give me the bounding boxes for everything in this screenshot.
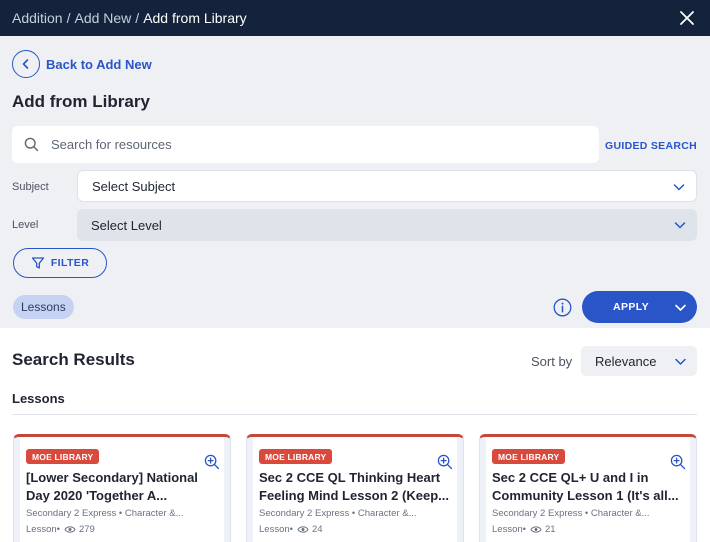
chevron-down-icon: [674, 222, 686, 229]
close-icon[interactable]: [678, 9, 696, 27]
search-input[interactable]: [51, 137, 571, 152]
guided-search-link[interactable]: GUIDED SEARCH: [605, 140, 697, 152]
level-select[interactable]: Select Level: [77, 209, 697, 241]
card-stats: Lesson • 279: [26, 524, 95, 535]
search-icon: [24, 137, 39, 152]
card-type: Lesson: [26, 524, 57, 535]
search-results-title: Search Results: [12, 350, 135, 369]
level-label: Level: [12, 219, 39, 231]
card-meta: Secondary 2 Express • Character &...: [259, 508, 417, 519]
apply-button-label: APPLY: [613, 301, 650, 313]
moe-library-badge: MOE LIBRARY: [492, 449, 566, 464]
sort-by-label: Sort by: [531, 354, 573, 369]
chevron-down-icon: [675, 358, 686, 365]
card-meta: Secondary 2 Express • Character &...: [492, 508, 650, 519]
filter-chip-lessons[interactable]: Lessons: [13, 295, 74, 319]
filters-panel: Back to Add New Add from Library GUIDED …: [0, 36, 710, 328]
search-bar: [12, 126, 599, 163]
chevron-down-icon[interactable]: [674, 301, 687, 314]
breadcrumb-separator: /: [66, 10, 71, 26]
subject-select[interactable]: Select Subject: [77, 170, 697, 202]
card-views: 21: [544, 524, 556, 535]
back-circle: [12, 50, 40, 78]
moe-library-badge: MOE LIBRARY: [259, 449, 333, 464]
lesson-card[interactable]: MOE LIBRARY Sec 2 CCE QL Thinking Heart …: [246, 434, 464, 542]
card-type: Lesson: [259, 524, 290, 535]
eye-icon: [64, 526, 76, 533]
breadcrumb-item-current: Add from Library: [143, 10, 247, 26]
back-button[interactable]: Back to Add New: [12, 50, 152, 78]
apply-button[interactable]: APPLY: [582, 291, 697, 323]
bullet-separator: •: [522, 524, 526, 535]
card-views: 24: [311, 524, 323, 535]
card-stats: Lesson • 21: [492, 524, 556, 535]
moe-library-badge: MOE LIBRARY: [26, 449, 100, 464]
card-title: Sec 2 CCE QL+ U and I in Community Lesso…: [492, 470, 679, 503]
chevron-left-icon: [22, 59, 29, 69]
zoom-in-icon[interactable]: [204, 454, 220, 470]
card-views: 279: [78, 524, 95, 535]
eye-icon: [297, 526, 309, 533]
chevron-down-icon: [673, 184, 685, 191]
divider: [12, 414, 697, 415]
title-bar: Addition / Add New / Add from Library: [0, 0, 710, 36]
subject-select-value: Select Subject: [92, 178, 176, 194]
bullet-separator: •: [289, 524, 293, 535]
card-title: [Lower Secondary] National Day 2020 'Tog…: [26, 470, 198, 503]
filter-button-label: FILTER: [50, 257, 90, 269]
card-meta: Secondary 2 Express • Character &...: [26, 508, 184, 519]
card-type: Lesson: [492, 524, 523, 535]
breadcrumb-item-addition[interactable]: Addition: [12, 10, 63, 26]
sort-select[interactable]: Relevance: [581, 346, 697, 376]
lesson-card[interactable]: MOE LIBRARY Sec 2 CCE QL+ U and I in Com…: [479, 434, 697, 542]
breadcrumb-item-add-new[interactable]: Add New: [74, 10, 131, 26]
zoom-in-icon[interactable]: [670, 454, 686, 470]
filter-button[interactable]: FILTER: [13, 248, 107, 278]
zoom-in-icon[interactable]: [437, 454, 453, 470]
breadcrumb-separator: /: [135, 10, 140, 26]
card-stats: Lesson • 24: [259, 524, 323, 535]
card-title: Sec 2 CCE QL Thinking Heart Feeling Mind…: [259, 470, 449, 503]
lesson-card[interactable]: MOE LIBRARY [Lower Secondary] National D…: [13, 434, 231, 542]
bullet-separator: •: [56, 524, 60, 535]
info-icon[interactable]: [553, 298, 572, 317]
subject-label: Subject: [12, 181, 49, 193]
page-title: Add from Library: [12, 92, 150, 111]
section-label-lessons: Lessons: [12, 391, 65, 406]
sort-select-value: Relevance: [595, 353, 657, 369]
back-button-label: Back to Add New: [46, 56, 152, 72]
eye-icon: [530, 526, 542, 533]
level-select-value: Select Level: [91, 217, 162, 233]
filter-icon: [31, 257, 44, 269]
